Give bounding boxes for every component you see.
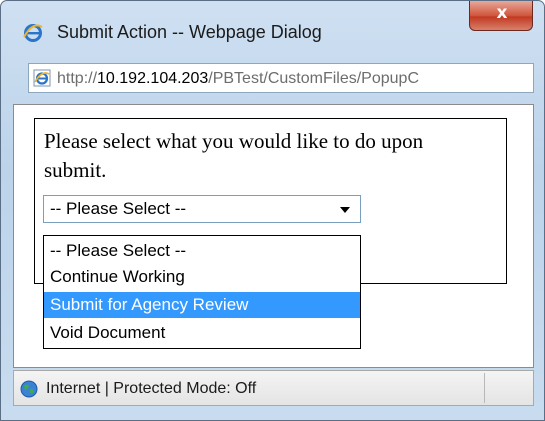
option-please-select[interactable]: -- Please Select -- [44,238,360,264]
status-divider [484,373,485,403]
address-path: /PBTest/CustomFiles/PopupC [208,70,419,87]
option-continue-working[interactable]: Continue Working [44,264,360,290]
select-dropdown-list: -- Please Select -- Continue Working Sub… [43,235,361,349]
dialog-window: Submit Action -- Webpage Dialog x http:/… [0,0,545,421]
ie-page-icon [33,69,51,87]
globe-icon [20,380,38,398]
select-value: -- Please Select -- [50,199,187,218]
ie-icon [23,24,43,42]
address-prefix: http:// [57,70,98,87]
security-zone-text: Internet | Protected Mode: Off [46,380,257,397]
option-void-document[interactable]: Void Document [44,320,360,346]
dialog-title: Submit Action -- Webpage Dialog [57,22,322,42]
title-bar[interactable]: Submit Action -- Webpage Dialog x [1,1,544,61]
option-submit-for-agency-review[interactable]: Submit for Agency Review [44,292,360,318]
close-icon: x [496,3,508,23]
prompt-text: Please select what you would like to do … [44,129,424,182]
status-bar: Internet | Protected Mode: Off [13,370,534,406]
page-content: Please select what you would like to do … [13,104,534,368]
address-host: 10.192.104.203 [97,70,209,87]
chevron-down-icon[interactable] [340,207,350,213]
address-url: http://10.192.104.203/PBTest/CustomFiles… [57,70,419,88]
submit-action-select[interactable]: -- Please Select -- [43,195,361,223]
close-button[interactable]: x [469,1,533,31]
address-bar[interactable]: http://10.192.104.203/PBTest/CustomFiles… [28,63,534,93]
